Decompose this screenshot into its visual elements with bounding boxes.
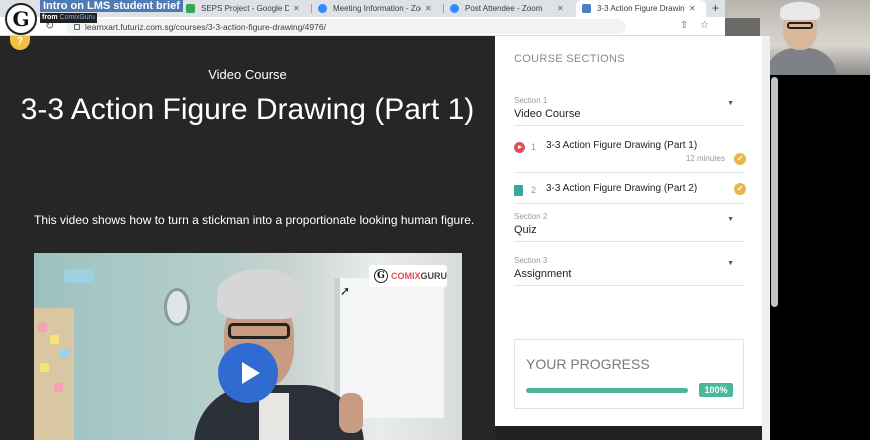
overlay-source: from ComixGuru: [40, 13, 97, 23]
stream-overlay: G Intro on LMS student brief from ComixG…: [0, 0, 190, 36]
tab-title: Meeting Information - Zoom: [333, 4, 421, 13]
tab-post-attendee[interactable]: Post Attendee - Zoom ✕: [444, 0, 574, 17]
sticky-note: [50, 335, 59, 344]
site-icon: [582, 4, 591, 13]
star-icon[interactable]: ☆: [700, 20, 709, 31]
progress-percent-badge: 100%: [699, 383, 733, 397]
divider: [514, 241, 744, 242]
overlay-source-name: ComixGuru: [59, 14, 95, 21]
video-logo-text: COMIX: [391, 271, 421, 281]
comixguru-logo: G: [5, 3, 37, 35]
tab-meeting-information[interactable]: Meeting Information - Zoom ✕: [312, 0, 442, 17]
section-name: Assignment: [514, 268, 572, 280]
lesson-duration: 12 minutes: [685, 154, 725, 163]
lesson-item-2[interactable]: 2 3-3 Action Figure Drawing (Part 2) ✓: [514, 183, 746, 213]
section-name: Quiz: [514, 224, 537, 236]
progress-bar: [526, 388, 688, 393]
video-person-shirt: [259, 393, 289, 440]
video-person-hair: [217, 269, 303, 319]
screen: SEPS Project - Google Drive ✕ Meeting In…: [0, 0, 870, 440]
help-icon[interactable]: ?: [10, 36, 30, 50]
progress-card: YOUR PROGRESS 100%: [514, 339, 744, 409]
page-scroll-track: [762, 36, 770, 440]
lesson-number: 2: [531, 185, 537, 195]
overlay-from-label: from: [42, 14, 58, 21]
lesson-item-1[interactable]: 1 3-3 Action Figure Drawing (Part 1) 12 …: [514, 140, 746, 170]
progress-bar-fill: [526, 388, 688, 393]
video-lamp: [64, 269, 94, 283]
completed-check-icon: ✓: [734, 183, 746, 195]
close-tab-icon[interactable]: ✕: [689, 4, 696, 13]
sticky-note: [40, 363, 49, 372]
share-icon[interactable]: ⇧: [680, 20, 688, 31]
lesson-name: 3-3 Action Figure Drawing (Part 2): [546, 183, 698, 194]
section-name: Video Course: [514, 108, 581, 120]
sticky-note: [60, 349, 69, 358]
section-label: Section 3: [514, 256, 548, 265]
play-button[interactable]: [218, 343, 278, 403]
video-person-hand: [339, 393, 363, 433]
chevron-down-icon[interactable]: ▼: [727, 216, 734, 223]
zoom-icon: [450, 4, 459, 13]
section-assignment[interactable]: Section 3 Assignment ▼: [514, 256, 744, 280]
tab-action-figure-drawing[interactable]: 3-3 Action Figure Drawing ✕: [576, 0, 706, 17]
divider: [514, 125, 744, 126]
close-tab-icon[interactable]: ✕: [425, 4, 432, 13]
webcam-person-hair: [780, 2, 820, 20]
lesson-name: 3-3 Action Figure Drawing (Part 1): [546, 140, 698, 151]
new-tab-button[interactable]: +: [712, 1, 719, 15]
video-logo-icon: G: [374, 269, 388, 283]
lesson-description: This video shows how to turn a stickman …: [34, 213, 475, 227]
play-icon: [514, 142, 525, 153]
mouse-cursor-icon: ➚: [340, 284, 351, 298]
section-label: Section 1: [514, 96, 548, 105]
sticky-note: [38, 323, 47, 332]
video-player[interactable]: G COMIX GURU: [34, 253, 462, 440]
sticky-note: [54, 383, 63, 392]
video-clock: [164, 288, 190, 326]
tab-title: 3-3 Action Figure Drawing: [597, 4, 685, 13]
overlay-title: Intro on LMS student brief: [40, 0, 183, 12]
completed-check-icon: ✓: [734, 153, 746, 165]
tab-seps-project[interactable]: SEPS Project - Google Drive ✕: [180, 0, 310, 17]
section-label: Section 2: [514, 212, 548, 221]
play-icon: [241, 362, 260, 384]
close-tab-icon[interactable]: ✕: [293, 4, 300, 13]
course-sections-sidebar: COURSE SECTIONS Section 1 Video Course ▼…: [495, 36, 762, 426]
sidebar-title: COURSE SECTIONS: [514, 53, 625, 65]
lesson-content: ? Video Course 3-3 Action Figure Drawing…: [0, 36, 495, 440]
tab-title: SEPS Project - Google Drive: [201, 4, 289, 13]
progress-title: YOUR PROGRESS: [526, 356, 650, 372]
close-tab-icon[interactable]: ✕: [557, 4, 564, 13]
scrollbar[interactable]: [771, 77, 778, 307]
lesson-title: 3-3 Action Figure Drawing (Part 1): [20, 93, 475, 126]
webcam-person-glasses: [787, 22, 813, 29]
video-watermark-logo: G COMIX GURU: [369, 265, 447, 287]
course-page: ? Video Course 3-3 Action Figure Drawing…: [0, 36, 770, 440]
video-person-glasses: [228, 323, 290, 339]
chevron-down-icon[interactable]: ▼: [727, 260, 734, 267]
divider: [514, 172, 744, 173]
webcam-person-body: [765, 48, 837, 75]
tab-title: Post Attendee - Zoom: [465, 4, 543, 13]
section-video-course[interactable]: Section 1 Video Course ▼: [514, 96, 744, 120]
course-kind: Video Course: [208, 67, 287, 82]
zoom-icon: [318, 4, 327, 13]
section-quiz[interactable]: Section 2 Quiz ▼: [514, 212, 744, 236]
divider: [514, 285, 744, 286]
lesson-number: 1: [531, 142, 537, 152]
divider: [514, 203, 744, 204]
chevron-down-icon[interactable]: ▼: [727, 100, 734, 107]
video-logo-text: GURU: [420, 271, 448, 281]
document-icon: [514, 185, 523, 196]
